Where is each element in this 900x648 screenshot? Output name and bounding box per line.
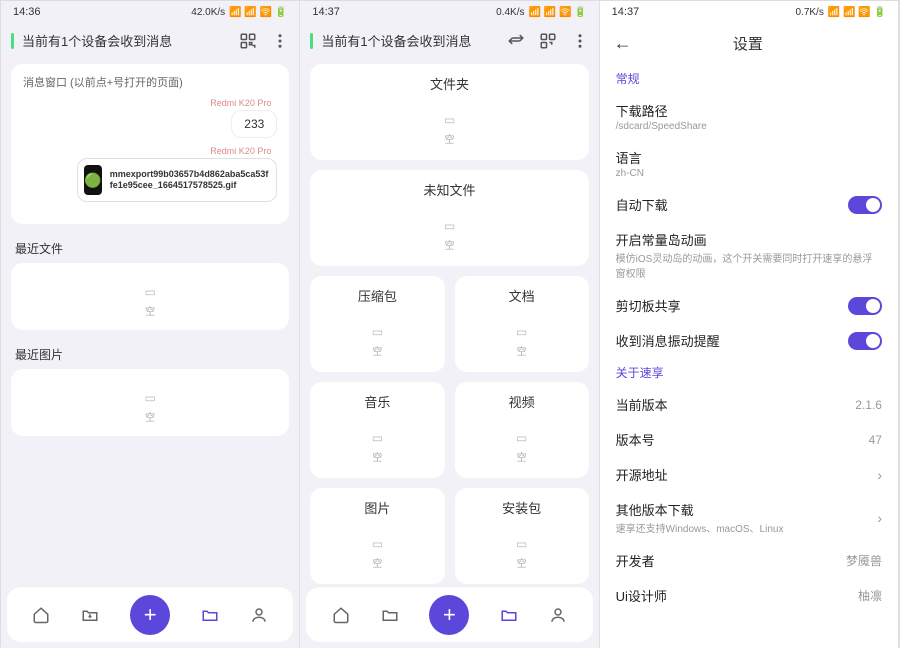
empty-icon: ▭: [516, 537, 527, 551]
qr-icon[interactable]: [239, 32, 257, 50]
setting-designer: Ui设计师 柚凛: [600, 578, 898, 613]
message-window-card: 消息窗口 (以前点+号打开的页面) Redmi K20 Pro 233 Redm…: [11, 64, 289, 224]
empty-icon: ▭: [444, 219, 455, 233]
category-folder[interactable]: 文件夹 ▭空: [310, 64, 588, 160]
status-time: 14:37: [312, 6, 340, 18]
fab-add-button[interactable]: +: [130, 595, 170, 635]
empty-icon: ▭: [372, 325, 383, 339]
empty-icon: ▭: [372, 537, 383, 551]
bottom-nav: +: [306, 586, 592, 642]
empty-icon: ▭: [372, 431, 383, 445]
device-label: Redmi K20 Pro: [29, 98, 271, 108]
status-bar: 14:36 42.0K/s 📶 📶 🛜 🔋: [1, 1, 299, 23]
toggle-switch[interactable]: [848, 297, 882, 315]
nav-folder-out-icon[interactable]: [81, 606, 99, 624]
setting-clipboard[interactable]: 剪切板共享: [600, 288, 898, 323]
message-bubble[interactable]: 233: [231, 110, 277, 138]
setting-auto-download[interactable]: 自动下载: [600, 187, 898, 222]
signal-icon: 📶 📶 🛜 🔋: [229, 7, 287, 18]
toggle-switch[interactable]: [848, 196, 882, 214]
nav-home-icon[interactable]: [332, 606, 350, 624]
fab-add-button[interactable]: +: [429, 595, 469, 635]
status-time: 14:37: [612, 6, 640, 18]
nav-folder-icon[interactable]: [500, 606, 518, 624]
nav-profile-icon[interactable]: [549, 606, 567, 624]
chevron-right-icon: ›: [877, 510, 882, 526]
header-accent: [11, 33, 14, 49]
empty-icon: ▭: [516, 431, 527, 445]
toggle-switch[interactable]: [848, 332, 882, 350]
empty-icon: ▭: [144, 285, 155, 299]
setting-opensource[interactable]: 开源地址 ›: [600, 457, 898, 492]
status-bar: 14:37 0.4K/s 📶 📶 🛜 🔋: [300, 1, 598, 23]
recent-files-label: 最近文件: [11, 234, 289, 263]
settings-header: ← 设置: [600, 23, 898, 64]
setting-version: 当前版本 2.1.6: [600, 387, 898, 422]
category-video[interactable]: 视频 ▭空: [455, 382, 589, 478]
file-thumbnail: 🟢: [84, 165, 101, 195]
category-doc[interactable]: 文档 ▭空: [455, 276, 589, 372]
panel-chat: 14:36 42.0K/s 📶 📶 🛜 🔋 当前有1个设备会收到消息 消息窗口 …: [1, 1, 300, 648]
recent-files-card[interactable]: ▭ 空: [11, 263, 289, 330]
nav-folder-out-icon[interactable]: [381, 606, 399, 624]
msg-window-label: 消息窗口 (以前点+号打开的页面): [23, 74, 277, 90]
status-bar: 14:37 0.7K/s 📶 📶 🛜 🔋: [600, 1, 898, 23]
setting-other-download[interactable]: 其他版本下载 速享还支持Windows、macOS、Linux ›: [600, 492, 898, 543]
nav-folder-icon[interactable]: [201, 606, 219, 624]
panel-files: 14:37 0.4K/s 📶 📶 🛜 🔋 当前有1个设备会收到消息 文件夹 ▭空…: [300, 1, 599, 648]
status-right: 42.0K/s 📶 📶 🛜 🔋: [191, 7, 287, 18]
swap-icon[interactable]: [507, 32, 525, 50]
qr-icon[interactable]: [539, 32, 557, 50]
category-unknown[interactable]: 未知文件 ▭空: [310, 170, 588, 266]
header-accent: [310, 33, 313, 49]
section-general: 常规: [600, 64, 898, 93]
empty-icon: ▭: [144, 391, 155, 405]
empty-icon: ▭: [516, 325, 527, 339]
setting-developer: 开发者 梦魇兽: [600, 543, 898, 578]
setting-dynamic-island[interactable]: 开启常量岛动画 模仿iOS灵动岛的动画，这个开关需要同时打开速享的悬浮窗权限: [600, 222, 898, 288]
back-arrow-icon[interactable]: ←: [614, 33, 632, 54]
signal-icon: 📶 📶 🛜 🔋: [828, 7, 886, 18]
empty-icon: ▭: [444, 113, 455, 127]
more-icon[interactable]: [271, 32, 289, 50]
bottom-nav: +: [7, 586, 293, 642]
message-file[interactable]: 🟢 mmexport99b03657b4d862aba5ca53ffe1e95c…: [77, 158, 277, 202]
more-icon[interactable]: [571, 32, 589, 50]
setting-language[interactable]: 语言 zh-CN: [600, 140, 898, 187]
header: 当前有1个设备会收到消息: [300, 23, 598, 58]
setting-vibrate[interactable]: 收到消息振动提醒: [600, 323, 898, 358]
signal-icon: 📶 📶 🛜 🔋: [529, 7, 587, 18]
panel-settings: 14:37 0.7K/s 📶 📶 🛜 🔋 ← 设置 常规 下载路径 /sdcar…: [600, 1, 899, 648]
status-right: 0.7K/s 📶 📶 🛜 🔋: [795, 7, 886, 18]
nav-profile-icon[interactable]: [250, 606, 268, 624]
nav-home-icon[interactable]: [32, 606, 50, 624]
recent-images-label: 最近图片: [11, 340, 289, 369]
status-time: 14:36: [13, 6, 41, 18]
header: 当前有1个设备会收到消息: [1, 23, 299, 58]
section-about: 关于速享: [600, 358, 898, 387]
setting-build: 版本号 47: [600, 422, 898, 457]
category-music[interactable]: 音乐 ▭空: [310, 382, 444, 478]
header-title: 当前有1个设备会收到消息: [22, 31, 231, 50]
header-title: 当前有1个设备会收到消息: [321, 31, 498, 50]
setting-download-path[interactable]: 下载路径 /sdcard/SpeedShare: [600, 93, 898, 140]
file-name: mmexport99b03657b4d862aba5ca53ffe1e95cee…: [110, 169, 271, 191]
recent-images-card[interactable]: ▭ 空: [11, 369, 289, 436]
status-right: 0.4K/s 📶 📶 🛜 🔋: [496, 7, 587, 18]
category-apk[interactable]: 安装包 ▭空: [455, 488, 589, 584]
category-image[interactable]: 图片 ▭空: [310, 488, 444, 584]
category-archive[interactable]: 压缩包 ▭空: [310, 276, 444, 372]
settings-title: 设置: [632, 33, 864, 54]
device-label: Redmi K20 Pro: [29, 146, 271, 156]
chevron-right-icon: ›: [877, 467, 882, 483]
